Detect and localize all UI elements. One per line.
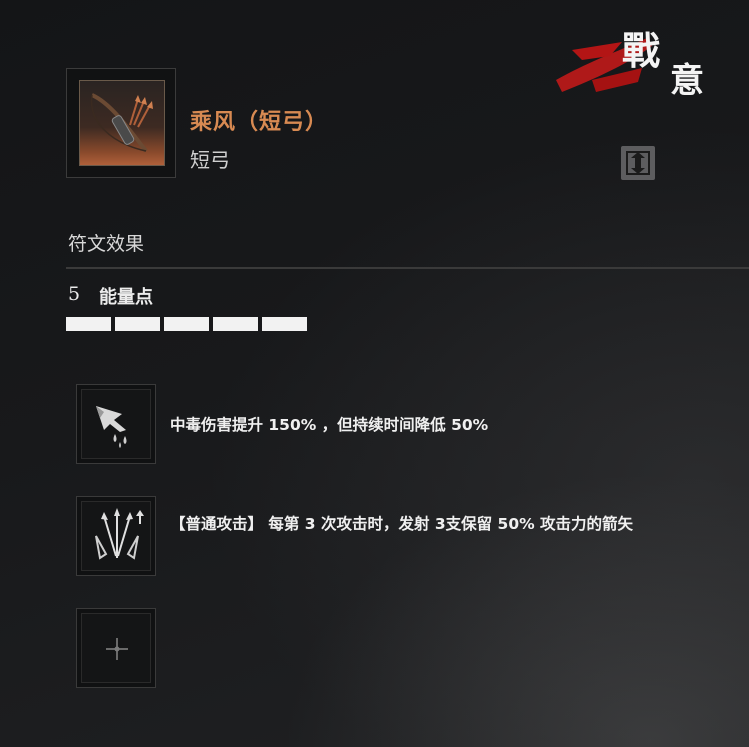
item-type: 短弓 xyxy=(190,148,230,172)
energy-points-label: 能量点 xyxy=(99,287,153,308)
rune-slot-1[interactable] xyxy=(76,384,156,464)
energy-pip xyxy=(66,317,111,331)
triple-arrow-icon xyxy=(95,508,144,560)
game-logo: 戰 意 xyxy=(556,28,704,100)
energy-pip xyxy=(115,317,160,331)
rune-1-description: 中毒伤害提升 150% ，但持续时间降低 50% xyxy=(170,416,489,434)
rune-slot-2[interactable] xyxy=(76,496,156,576)
energy-points-value: 5 xyxy=(68,283,81,305)
energy-pip xyxy=(213,317,258,331)
poison-arrowhead-icon xyxy=(96,406,127,448)
svg-text:戰: 戰 xyxy=(622,28,660,73)
section-divider xyxy=(66,267,749,269)
rune-effects-title: 符文效果 xyxy=(68,233,145,255)
svg-text:意: 意 xyxy=(670,61,704,100)
bow-item-icon xyxy=(79,80,165,166)
rune-slot-3-empty[interactable] xyxy=(76,608,156,688)
empty-slot-plus-icon xyxy=(106,638,128,660)
rune-2-description: 【普通攻击】 每第 3 次攻击时，发射 3支保留 50% 攻击力的箭矢 xyxy=(170,515,634,533)
swap-button[interactable] xyxy=(621,146,655,180)
item-name: 乘风（短弓） xyxy=(190,110,329,135)
energy-pip xyxy=(262,317,307,331)
energy-pip xyxy=(164,317,209,331)
swap-arrows-icon xyxy=(626,151,650,175)
energy-pips xyxy=(66,317,307,331)
